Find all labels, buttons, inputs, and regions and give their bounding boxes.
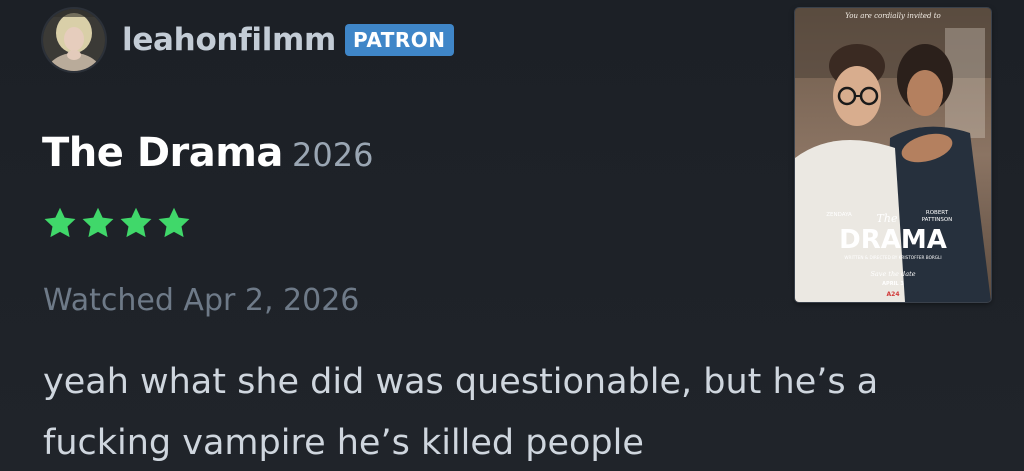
poster-title-small: The bbox=[877, 212, 898, 225]
star-icon bbox=[44, 207, 76, 238]
star-icon bbox=[82, 207, 114, 238]
poster-title-large: DRAMA bbox=[839, 225, 947, 255]
poster-cast-left: ZENDAYA bbox=[826, 212, 852, 218]
film-heading: The Drama 2026 bbox=[42, 128, 373, 180]
poster-credit: WRITTEN & DIRECTED BY KRISTOFFER BORGLI bbox=[844, 255, 941, 260]
star-icon bbox=[158, 207, 190, 238]
film-title[interactable]: The Drama bbox=[42, 130, 283, 176]
username[interactable]: leahonfilmm bbox=[122, 20, 336, 60]
star-icon bbox=[120, 207, 152, 238]
film-year[interactable]: 2026 bbox=[292, 136, 373, 174]
film-poster[interactable]: You are cordially invited to ZENDAYA ROB… bbox=[795, 8, 991, 302]
poster-cast-right-2: PATTINSON bbox=[922, 217, 953, 223]
poster-release: APRIL 3 bbox=[882, 281, 904, 287]
poster-save-date: Save the date bbox=[870, 270, 915, 278]
review-text: yeah what she did was questionable, but … bbox=[43, 362, 879, 463]
review-card: leahonfilmm PATRON The Drama 2026 Watche… bbox=[0, 0, 1024, 471]
watched-date: Watched Apr 2, 2026 bbox=[43, 283, 360, 318]
star-rating bbox=[42, 203, 192, 243]
patron-badge: PATRON bbox=[345, 24, 454, 56]
poster-tagline: You are cordially invited to bbox=[845, 12, 941, 20]
user-avatar[interactable] bbox=[43, 9, 105, 71]
poster-studio: A24 bbox=[887, 291, 900, 298]
poster-cast-right-1: ROBERT bbox=[926, 210, 949, 216]
